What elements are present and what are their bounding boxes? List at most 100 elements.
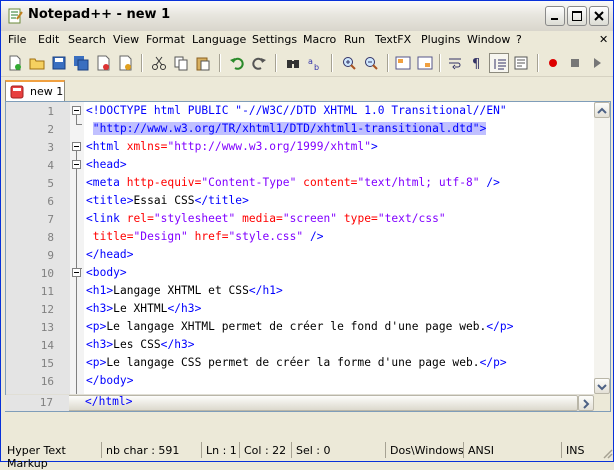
zoom-out-button[interactable] (361, 53, 381, 73)
vertical-scrollbar[interactable] (594, 102, 610, 394)
line-number: 2 (47, 123, 54, 136)
menu-edit[interactable]: Edit (38, 33, 59, 46)
line-number: 9 (47, 249, 54, 262)
status-selection: Sel : 0 (291, 442, 381, 458)
menu-textfx[interactable]: TextFX (375, 33, 411, 46)
line-number: 14 (40, 339, 54, 352)
tab-label: new 1 (30, 85, 64, 98)
user-define-button[interactable] (511, 53, 531, 73)
line-number: 13 (40, 321, 54, 334)
toolbar-separator (387, 54, 389, 72)
menu-bar: File Edit Search View Format Language Se… (1, 31, 613, 50)
code-line: 3 <html xmlns="http://www.w3.org/1999/xh… (6, 138, 610, 156)
maximize-button[interactable] (567, 6, 587, 26)
svg-text:b: b (314, 63, 319, 71)
scissors-icon (152, 56, 166, 70)
menu-language[interactable]: Language (192, 33, 246, 46)
macro-play-button[interactable] (587, 53, 607, 73)
save-all-button[interactable] (71, 53, 91, 73)
close-all-button[interactable] (115, 53, 135, 73)
maximize-icon (572, 11, 582, 21)
show-all-chars-button[interactable]: ¶ (467, 53, 487, 73)
find-button[interactable] (283, 53, 303, 73)
indent-guide-button[interactable] (489, 53, 509, 73)
redo-button[interactable] (249, 53, 269, 73)
menu-run[interactable]: Run (344, 33, 365, 46)
menu-macro[interactable]: Macro (303, 33, 336, 46)
status-encoding: ANSI (463, 442, 561, 458)
status-bar: Hyper Text Markup nb char : 591 Ln : 1 C… (1, 439, 613, 470)
line-number: 12 (40, 303, 54, 316)
new-file-button[interactable] (5, 53, 25, 73)
paste-button[interactable] (193, 53, 213, 73)
sync-vertical-button[interactable] (393, 53, 413, 73)
code-text: <meta http-equiv="Content-Type" content=… (86, 176, 500, 189)
menu-help[interactable]: ? (516, 33, 522, 46)
code-text: <p>Le langage XHTML permet de créer le f… (86, 320, 514, 333)
word-wrap-icon (449, 58, 461, 70)
line-number: 7 (47, 213, 54, 226)
tab-new-1[interactable]: new 1 (5, 80, 65, 101)
close-icon (594, 11, 604, 21)
resize-grip-icon[interactable] (601, 447, 613, 459)
toolbar-separator (439, 54, 441, 72)
record-icon (549, 59, 557, 67)
copy-icon (174, 56, 188, 71)
stop-icon (571, 59, 579, 67)
code-text: <html xmlns="http://www.w3.org/1999/xhtm… (86, 140, 378, 153)
code-line: 5 <meta http-equiv="Content-Type" conten… (6, 174, 610, 192)
undo-button[interactable] (227, 53, 247, 73)
menu-file[interactable]: File (8, 33, 26, 46)
code-editor[interactable]: 1 <!DOCTYPE html PUBLIC "-//W3C//DTD XHT… (5, 101, 611, 412)
menu-settings[interactable]: Settings (252, 33, 297, 46)
code-line: 10 <body> (6, 264, 610, 282)
code-line: 4 <head> (6, 156, 610, 174)
indent-guide-icon (494, 59, 506, 70)
close-button[interactable] (589, 6, 609, 26)
line-number: 4 (47, 159, 54, 172)
menu-window[interactable]: Window (467, 33, 510, 46)
zoom-in-button[interactable] (339, 53, 359, 73)
macro-stop-button[interactable] (565, 53, 585, 73)
code-text: <h1>Langage XHTML et CSS</h1> (86, 284, 283, 297)
zoom-in-icon (343, 57, 356, 70)
toolbar-separator (275, 54, 277, 72)
svg-text:a: a (308, 57, 313, 66)
code-text: title="Design" href="style.css" /> (86, 230, 324, 243)
line-number: 3 (47, 141, 54, 154)
open-file-button[interactable] (27, 53, 47, 73)
menu-plugins[interactable]: Plugins (421, 33, 460, 46)
menu-close-doc-icon[interactable]: ✕ (599, 33, 608, 46)
notepadpp-window: Notepad++ - new 1 File Edit Search View … (0, 0, 614, 470)
sync-horizontal-icon (417, 56, 433, 70)
word-wrap-button[interactable] (445, 53, 465, 73)
zoom-out-icon (365, 57, 378, 70)
save-button[interactable] (49, 53, 69, 73)
menu-format[interactable]: Format (146, 33, 185, 46)
minimize-button[interactable] (545, 6, 565, 26)
title-bar[interactable]: Notepad++ - new 1 (1, 1, 613, 32)
code-line: 8 title="Design" href="style.css" /> (6, 228, 610, 246)
copy-button[interactable] (171, 53, 191, 73)
close-all-icon (119, 55, 132, 71)
code-line: 7 <link rel="stylesheet" media="screen" … (6, 210, 610, 228)
window-title: Notepad++ - new 1 (28, 7, 171, 22)
code-text: <link rel="stylesheet" media="screen" ty… (86, 212, 446, 225)
code-line-17: 17 </html> (5, 393, 589, 411)
macro-record-button[interactable] (543, 53, 563, 73)
sync-horizontal-button[interactable] (415, 53, 435, 73)
close-file-button[interactable] (93, 53, 113, 73)
svg-text:¶: ¶ (472, 57, 480, 71)
line-number: 8 (47, 231, 54, 244)
line-number: 17 (39, 396, 53, 409)
cut-button[interactable] (149, 53, 169, 73)
toolbar-separator (141, 54, 143, 72)
scroll-down-button[interactable] (594, 378, 610, 394)
scrollbar-corner (594, 394, 610, 411)
menu-view[interactable]: View (113, 33, 139, 46)
menu-search[interactable]: Search (68, 33, 106, 46)
status-column: Col : 22 (239, 442, 291, 458)
replace-button[interactable]: ab (305, 53, 325, 73)
scroll-up-button[interactable] (594, 102, 610, 118)
arrow-up-icon (597, 107, 607, 114)
